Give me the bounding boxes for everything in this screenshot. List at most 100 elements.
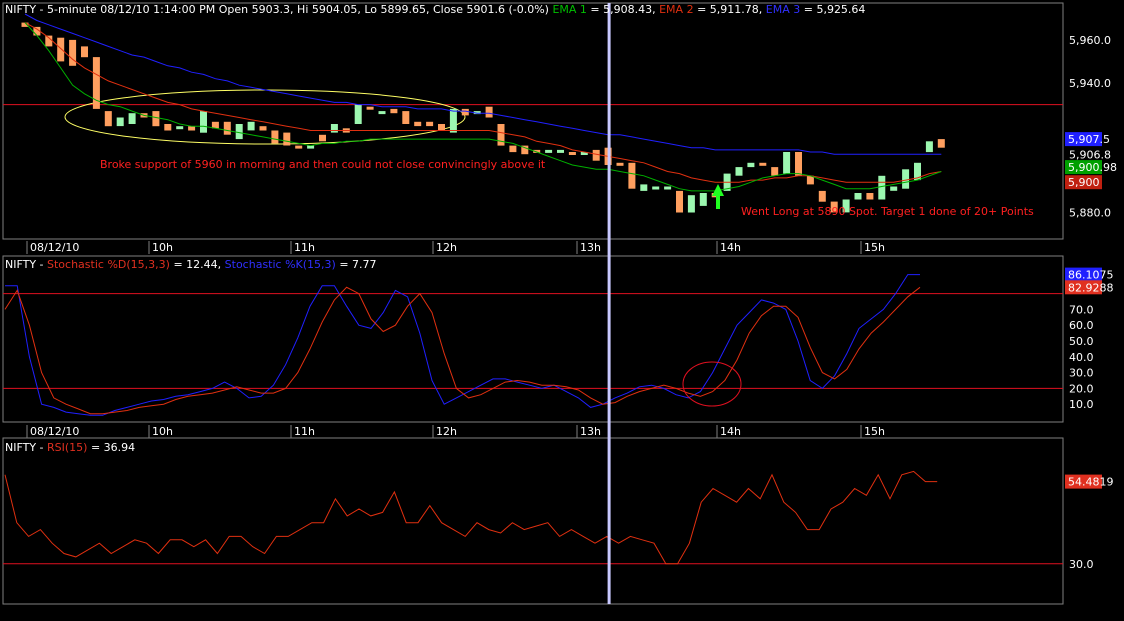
long-entry-annotation: Went Long at 5890 Spot. Target 1 done of… — [741, 205, 1034, 218]
price-time-label: 15h — [864, 241, 885, 254]
candle — [640, 184, 648, 191]
candle — [485, 106, 493, 118]
rsi-value: = 36.94 — [87, 441, 135, 454]
stoch-time-label: 13h — [580, 425, 601, 438]
candle — [568, 152, 576, 155]
candle — [390, 108, 398, 114]
candle — [354, 104, 362, 124]
stoch-header: NIFTY - Stochastic %D(15,3,3) = 12.44, S… — [5, 258, 377, 271]
value-tag-label: 5,900.98 — [1068, 161, 1117, 174]
candle — [414, 121, 422, 127]
y-tick-label: 5,960.0 — [1069, 34, 1111, 47]
y-tick-label: 40.0 — [1069, 351, 1094, 364]
candle — [247, 121, 255, 131]
crossover-circle — [682, 361, 742, 407]
value-tag-label: 86.1075 — [1068, 269, 1114, 282]
chart-canvas: 5,880.0 5,906.8 5,940.0 5,960.0 10.0 20.0 30.0… — [2, 2, 1117, 605]
candle — [687, 195, 695, 213]
candle — [497, 124, 505, 146]
y-tick-label: 30.0 — [1069, 367, 1094, 380]
y-tick-label: 30.0 — [1069, 558, 1094, 571]
y-tick-label: 5,906.8 — [1069, 149, 1111, 162]
rsi-series-line — [4, 470, 938, 565]
stoch-time-label: 10h — [152, 425, 173, 438]
y-axis-labels: 5,880.0 5,906.8 5,940.0 5,960.0 10.0 20.0 30.0… — [1069, 34, 1111, 571]
ema3-line — [24, 13, 942, 155]
candle — [676, 190, 683, 213]
price-time-label: 11h — [294, 241, 315, 254]
candle — [771, 167, 779, 176]
candle — [545, 149, 553, 153]
price-time-label: 08/12/10 — [30, 241, 79, 254]
candle — [937, 139, 945, 148]
ema1-value: = 5,908.43, — [587, 3, 659, 16]
candle — [557, 149, 564, 153]
ema3-legend: EMA 3 — [766, 3, 800, 16]
price-header: NIFTY - 5-minute 08/12/10 1:14:00 PM Ope… — [5, 3, 865, 16]
candle — [319, 134, 326, 142]
stoch-d-value: = 12.44, — [170, 258, 225, 271]
stoch-time-label: 11h — [294, 425, 315, 438]
price-time-label: 14h — [720, 241, 741, 254]
candle — [735, 167, 743, 176]
rsi-header-symbol: NIFTY — [5, 441, 36, 454]
candle — [57, 37, 65, 62]
panel-frames — [2, 2, 1064, 605]
candle — [628, 162, 636, 189]
candle — [890, 186, 898, 191]
rsi-panel-frame — [2, 437, 1064, 605]
candle — [878, 175, 886, 200]
y-tick-label: 50.0 — [1069, 335, 1094, 348]
candle — [116, 117, 124, 127]
candle — [509, 145, 517, 153]
price-time-label: 12h — [436, 241, 457, 254]
y-tick-label: 60.0 — [1069, 319, 1094, 332]
breakdown-annotation: Broke support of 5960 in morning and the… — [100, 158, 546, 171]
candle — [128, 113, 136, 124]
ema1-legend: EMA 1 — [552, 3, 586, 16]
rsi-line — [4, 470, 938, 565]
stoch-k-legend: Stochastic %K(15,3) — [225, 258, 336, 271]
candle — [866, 193, 874, 200]
crossover-circle-shape — [682, 361, 742, 407]
candle — [223, 121, 231, 135]
candle — [592, 149, 600, 161]
price-time-label: 10h — [152, 241, 173, 254]
rsi-legend: RSI(15) — [47, 441, 87, 454]
y-tick-label: 5,880.0 — [1069, 206, 1111, 219]
candle — [211, 121, 219, 129]
y-tick-label: 70.0 — [1069, 303, 1094, 316]
stoch-time-label: 08/12/10 — [30, 425, 79, 438]
ema2-value: = 5,911.78, — [694, 3, 766, 16]
candle — [81, 46, 88, 58]
value-tag-label: 5,900 — [1068, 176, 1100, 189]
stoch-d-legend: Stochastic %D(15,3,3) — [47, 258, 170, 271]
value-tag-label: 82.9288 — [1068, 281, 1114, 294]
candle — [200, 111, 207, 133]
candle — [283, 132, 291, 146]
stoch-k-line — [5, 274, 920, 416]
stock-chart: 5,880.0 5,906.8 5,940.0 5,960.0 10.0 20.0 30.0… — [0, 0, 1124, 617]
stoch-lines — [4, 274, 921, 416]
candle — [152, 111, 160, 127]
candle — [164, 124, 172, 131]
candle — [652, 186, 660, 190]
candle — [188, 126, 196, 131]
candle — [449, 108, 457, 133]
candle — [69, 39, 77, 66]
candle — [438, 124, 445, 131]
candle — [104, 111, 112, 127]
price-header-info: - 5-minute 08/12/10 1:14:00 PM Open 5903… — [36, 3, 552, 16]
candle — [235, 124, 243, 140]
ema2-legend: EMA 2 — [659, 3, 693, 16]
value-tag-label: 5,907.5 — [1068, 133, 1110, 146]
y-tick-label: 20.0 — [1069, 382, 1094, 395]
candle — [795, 152, 802, 176]
stoch-time-label: 14h — [720, 425, 741, 438]
stoch-time-label: 15h — [864, 425, 885, 438]
y-tick-label: 5,940.0 — [1069, 77, 1111, 90]
stoch-threshold-lines — [3, 293, 1063, 389]
stoch-k-value: = 7.77 — [336, 258, 377, 271]
ema3-value: = 5,925.64 — [800, 3, 865, 16]
candle — [616, 162, 624, 166]
